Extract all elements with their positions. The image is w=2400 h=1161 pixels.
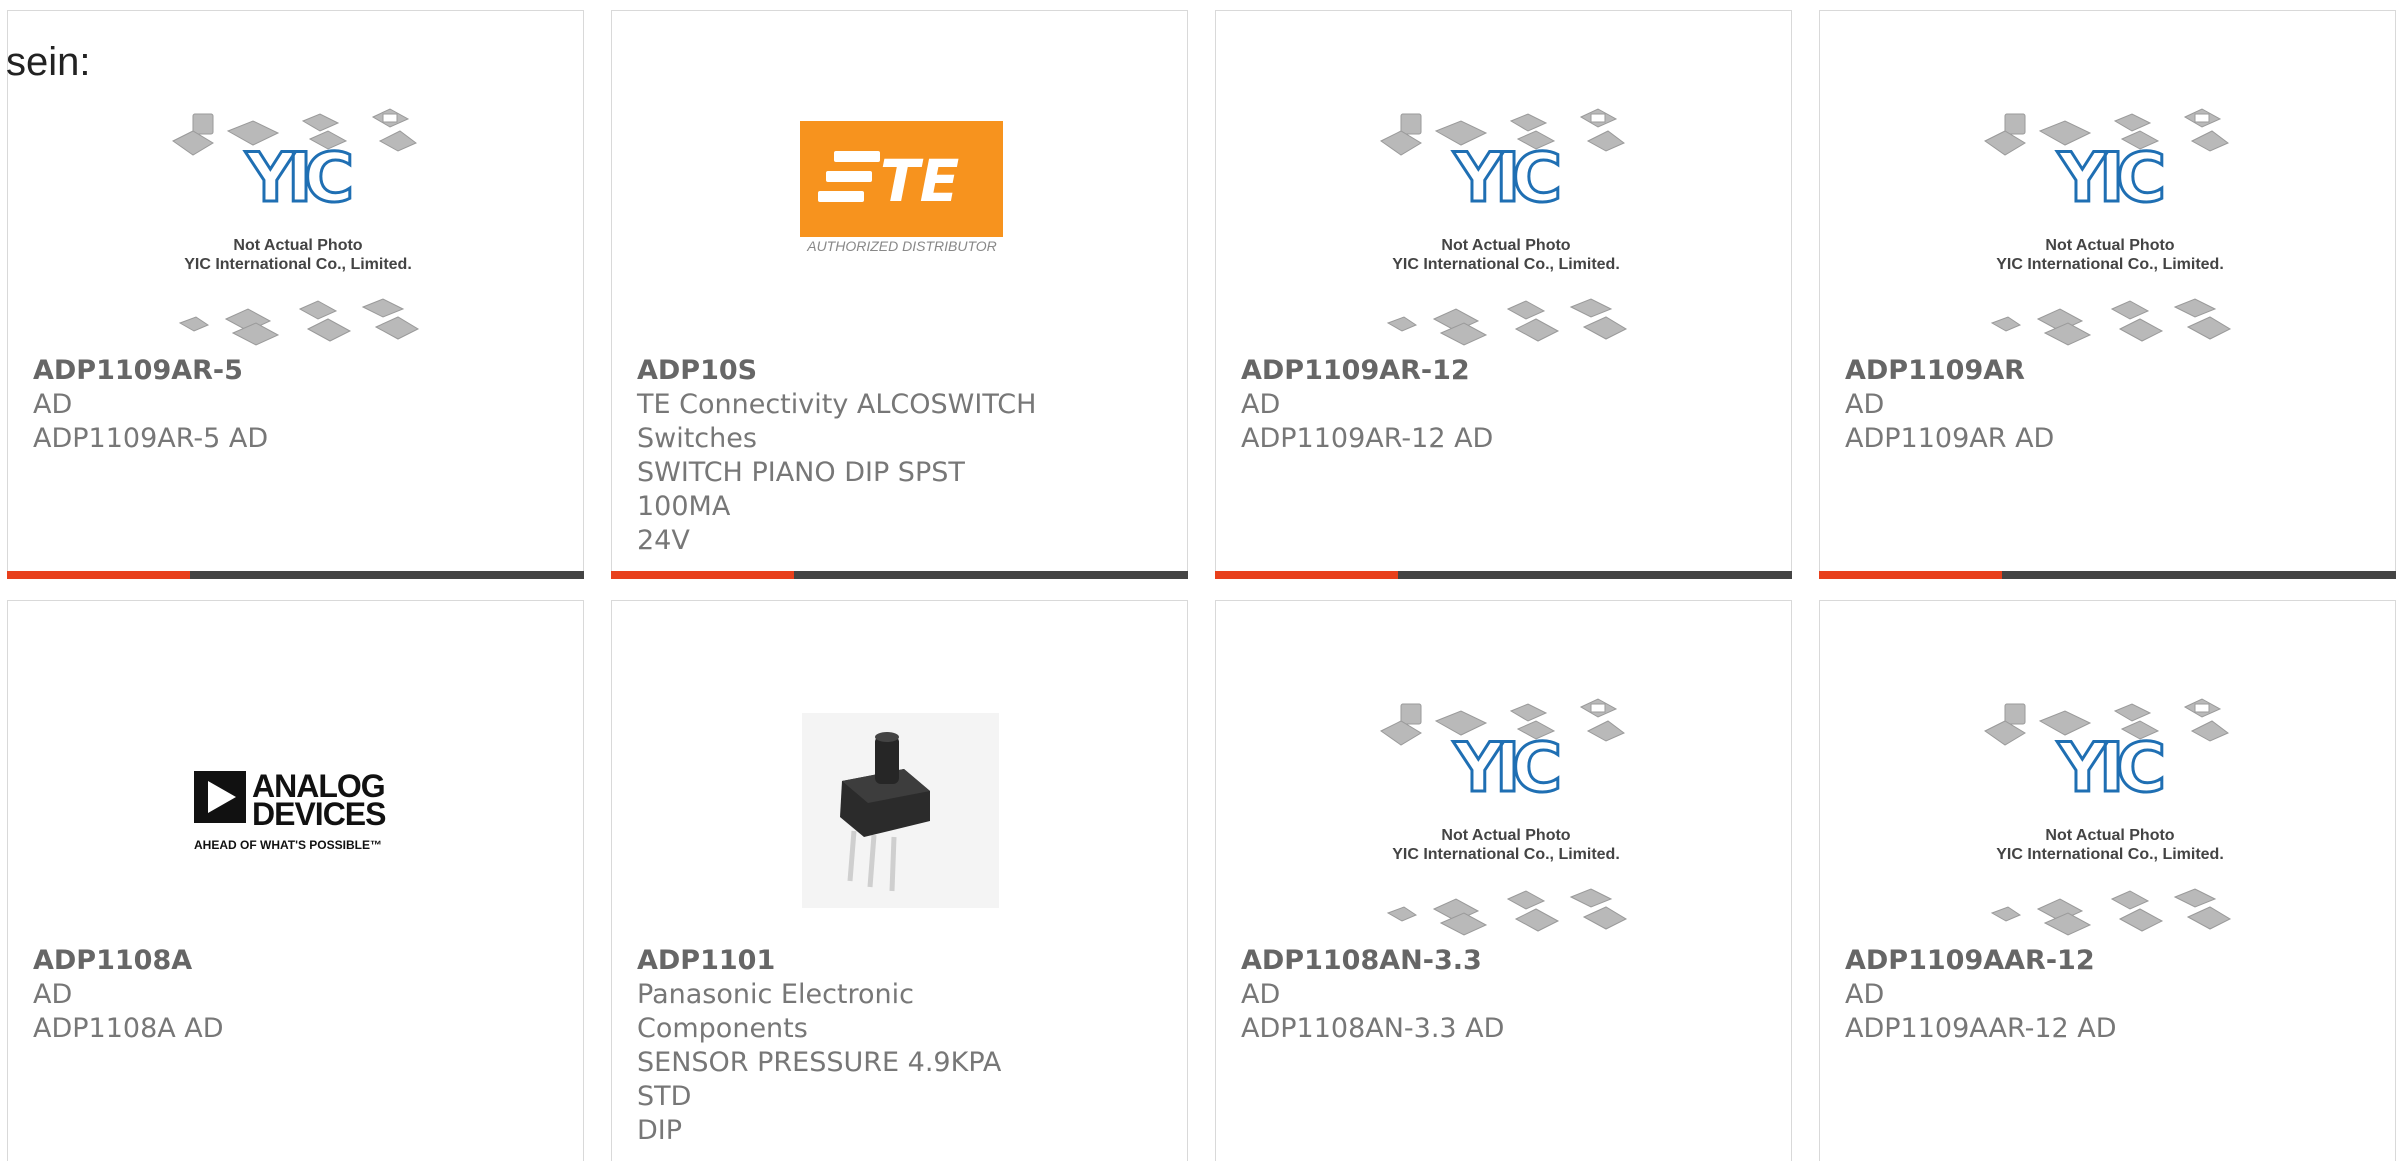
product-image[interactable]: TE AUTHORIZED DISTRIBUTOR	[612, 51, 1187, 351]
product-image[interactable]: YIC Not Actual Photo YIC International C…	[1216, 51, 1791, 351]
svg-text:TE: TE	[880, 147, 959, 215]
svg-text:Not Actual Photo: Not Actual Photo	[2045, 237, 2174, 254]
card-accent-segment	[7, 571, 190, 579]
product-image[interactable]: YIC Not Actual Photo YIC International C…	[1820, 641, 2395, 941]
product-description-line: AD	[1845, 979, 1885, 1010]
product-card[interactable]: YIC Not Actual Photo YIC International C…	[1819, 600, 2396, 1161]
product-details: ADP1109AR-12 AD ADP1109AR-12 AD	[1241, 354, 1661, 456]
part-number-link[interactable]: ADP1101	[637, 944, 1057, 978]
svg-text:YIC: YIC	[245, 139, 351, 218]
card-accent-segment	[611, 571, 794, 579]
product-description-line: ADP1109AAR-12 AD	[1845, 1013, 2117, 1044]
product-description-line: ADP1109AR-12 AD	[1241, 423, 1494, 454]
product-card[interactable]: ADP1101 Panasonic Electronic Components SE…	[611, 600, 1188, 1161]
svg-text:AUTHORIZED DISTRIBUTOR: AUTHORIZED DISTRIBUTOR	[806, 238, 997, 254]
product-card[interactable]: YIC Not Actual Photo YIC International C…	[1215, 600, 1792, 1161]
product-image[interactable]: ANALOG DEVICES AHEAD OF WHAT'S POSSIBLE™	[8, 641, 583, 941]
card-accent-bar	[1819, 571, 2396, 579]
svg-text:YIC: YIC	[1453, 139, 1559, 218]
svg-text:Not Actual Photo: Not Actual Photo	[233, 237, 362, 254]
product-card[interactable]: YIC Not Actual Photo YIC International C…	[1215, 10, 1792, 579]
part-number-link[interactable]: ADP1109AR	[1845, 354, 2265, 388]
product-image[interactable]	[612, 641, 1187, 941]
product-card[interactable]: ANALOG DEVICES AHEAD OF WHAT'S POSSIBLE™ AD…	[7, 600, 584, 1161]
card-accent-segment	[1819, 571, 2002, 579]
svg-text:AHEAD OF WHAT'S POSSIBLE™: AHEAD OF WHAT'S POSSIBLE™	[194, 838, 382, 852]
svg-text:YIC: YIC	[2057, 729, 2163, 808]
product-image[interactable]: YIC Not Actual Photo YIC International C…	[8, 51, 583, 351]
product-description-line: 24V	[637, 525, 690, 556]
product-details: ADP1108AN-3.3 AD ADP1108AN-3.3 AD	[1241, 944, 1661, 1046]
yic-placeholder-image: YIC Not Actual Photo YIC International C…	[1984, 698, 2232, 936]
product-description-line: ADP1109AR-5 AD	[33, 423, 269, 454]
product-description-line: SWITCH PIANO DIP SPST 100MA	[637, 457, 965, 522]
te-connectivity-logo: TE AUTHORIZED DISTRIBUTOR	[800, 121, 1003, 254]
card-accent-bar	[7, 571, 584, 579]
product-description-line: SENSOR PRESSURE 4.9KPA STD	[637, 1047, 1002, 1112]
product-grid: YIC Not Actual Photo YIC International C…	[0, 0, 2400, 1161]
product-details: ADP10S TE Connectivity ALCOSWITCH Switches…	[637, 354, 1057, 558]
product-details: ADP1101 Panasonic Electronic Components SE…	[637, 944, 1057, 1148]
product-description-line: ADP1108A AD	[33, 1013, 224, 1044]
svg-text:YIC International Co., Limited: YIC International Co., Limited.	[1392, 846, 1620, 863]
product-image[interactable]: YIC Not Actual Photo YIC International C…	[1216, 641, 1791, 941]
fragment-text: sein:	[6, 40, 91, 84]
svg-text:YIC International Co., Limited: YIC International Co., Limited.	[184, 256, 412, 273]
svg-text:YIC International Co., Limited: YIC International Co., Limited.	[1392, 256, 1620, 273]
product-details: ADP1109AR AD ADP1109AR AD	[1845, 354, 2265, 456]
part-number-link[interactable]: ADP1109AR-12	[1241, 354, 1661, 388]
product-details: ADP1109AR-5 AD ADP1109AR-5 AD	[33, 354, 453, 456]
product-card[interactable]: YIC Not Actual Photo YIC International C…	[7, 10, 584, 579]
svg-text:YIC: YIC	[1453, 729, 1559, 808]
analog-devices-logo: ANALOGDEVICESAHEAD OF WHAT'S POSSIBLE™	[194, 768, 387, 852]
product-description-line: AD	[1241, 979, 1281, 1010]
product-description-line: AD	[1241, 389, 1281, 420]
part-number-link[interactable]: ADP1109AR-5	[33, 354, 453, 388]
pressure-sensor-photo	[802, 713, 999, 908]
product-card[interactable]: TE AUTHORIZED DISTRIBUTOR ADP10S TE Connect…	[611, 10, 1188, 579]
product-description-line: Switches	[637, 423, 757, 454]
product-description-line: AD	[33, 979, 73, 1010]
card-accent-segment	[1215, 571, 1398, 579]
product-details: ADP1108A AD ADP1108A AD	[33, 944, 453, 1046]
svg-text:Not Actual Photo: Not Actual Photo	[1441, 827, 1570, 844]
svg-text:YIC International Co., Limited: YIC International Co., Limited.	[1996, 846, 2224, 863]
product-description-line: AD	[33, 389, 73, 420]
card-accent-bar	[611, 571, 1188, 579]
card-accent-bar	[1215, 571, 1792, 579]
product-description-line: AD	[1845, 389, 1885, 420]
part-number-link[interactable]: ADP10S	[637, 354, 1057, 388]
product-description-line: DIP	[637, 1115, 683, 1146]
svg-text:YIC: YIC	[2057, 139, 2163, 218]
product-description-line: ADP1109AR AD	[1845, 423, 2055, 454]
yic-placeholder-image: YIC Not Actual Photo YIC International C…	[1984, 108, 2232, 346]
yic-placeholder-image: YIC Not Actual Photo YIC International C…	[1380, 108, 1628, 346]
product-description-line: Panasonic Electronic Components	[637, 979, 914, 1044]
product-description-line: TE Connectivity ALCOSWITCH	[637, 389, 1037, 420]
product-details: ADP1109AAR-12 AD ADP1109AAR-12 AD	[1845, 944, 2265, 1046]
product-image[interactable]: YIC Not Actual Photo YIC International C…	[1820, 51, 2395, 351]
yic-placeholder-image: YIC Not Actual Photo YIC International C…	[1380, 698, 1628, 936]
product-description-line: ADP1108AN-3.3 AD	[1241, 1013, 1505, 1044]
part-number-link[interactable]: ADP1108A	[33, 944, 453, 978]
svg-text:Not Actual Photo: Not Actual Photo	[2045, 827, 2174, 844]
product-card[interactable]: YIC Not Actual Photo YIC International C…	[1819, 10, 2396, 579]
svg-text:YIC International Co., Limited: YIC International Co., Limited.	[1996, 256, 2224, 273]
svg-text:Not Actual Photo: Not Actual Photo	[1441, 237, 1570, 254]
yic-placeholder-image: YIC Not Actual Photo YIC International C…	[172, 108, 420, 346]
part-number-link[interactable]: ADP1108AN-3.3	[1241, 944, 1661, 978]
svg-text:DEVICES: DEVICES	[252, 796, 386, 832]
part-number-link[interactable]: ADP1109AAR-12	[1845, 944, 2265, 978]
